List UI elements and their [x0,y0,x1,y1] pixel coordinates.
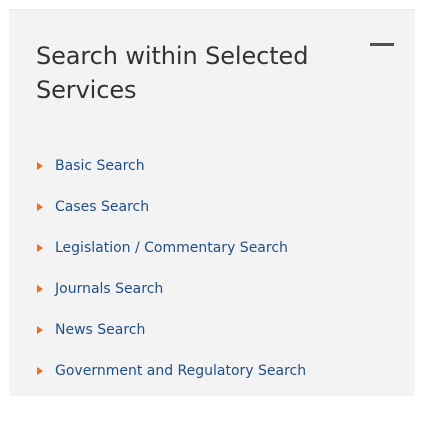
link-label[interactable]: Cases Search [55,199,149,215]
link-news-search[interactable]: News Search [37,309,306,350]
triangle-right-icon [37,326,43,334]
search-services-panel: Search within Selected Services Basic Se… [9,9,415,396]
search-links-list: Basic Search Cases Search Legislation / … [37,145,306,391]
link-legislation-commentary-search[interactable]: Legislation / Commentary Search [37,227,306,268]
link-label[interactable]: News Search [55,322,145,338]
link-basic-search[interactable]: Basic Search [37,145,306,186]
triangle-right-icon [37,203,43,211]
triangle-right-icon [37,162,43,170]
link-label[interactable]: Journals Search [55,281,163,297]
link-label[interactable]: Basic Search [55,158,145,174]
panel-title: Search within Selected Services [36,42,309,104]
collapse-button[interactable] [367,40,397,52]
triangle-right-icon [37,244,43,252]
link-label[interactable]: Government and Regulatory Search [55,363,306,379]
link-government-regulatory-search[interactable]: Government and Regulatory Search [37,350,306,391]
link-journals-search[interactable]: Journals Search [37,268,306,309]
triangle-right-icon [37,285,43,293]
triangle-right-icon [37,367,43,375]
link-label[interactable]: Legislation / Commentary Search [55,240,288,256]
link-cases-search[interactable]: Cases Search [37,186,306,227]
minus-icon [370,43,394,46]
